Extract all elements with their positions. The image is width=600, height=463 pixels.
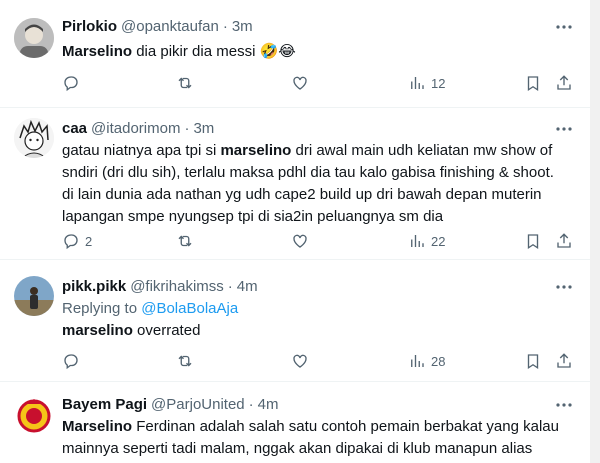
retweet-icon — [178, 355, 192, 367]
tweet-text-rest: overrated — [132, 322, 201, 339]
share-button[interactable] — [555, 73, 573, 93]
share-icon — [557, 353, 571, 368]
reply-button[interactable] — [62, 73, 85, 93]
views-icon — [411, 355, 424, 367]
tweet-header: Bayem Pagi @ParjoUnited · 4m — [62, 394, 576, 416]
bookmark-button[interactable] — [524, 351, 542, 371]
avatar[interactable] — [14, 396, 54, 436]
share-icon — [557, 233, 571, 248]
reply-icon — [64, 354, 78, 370]
bookmark-button[interactable] — [524, 73, 542, 93]
tweet-text-line: mainnya seperti tadi malam, nggak akan d… — [62, 440, 533, 457]
timestamp[interactable]: 3m — [193, 118, 214, 140]
views-button[interactable]: 28 — [408, 351, 445, 371]
replying-to: Replying to @BolaBolaAja — [62, 298, 576, 320]
tweet-header: Pirlokio @opanktaufan · 3m — [62, 16, 576, 38]
tweet-header: caa @itadorimom · 3m — [62, 118, 576, 140]
separator-dot: · — [184, 120, 190, 137]
separator-dot: · — [222, 18, 228, 35]
tweet[interactable]: Bayem Pagi @ParjoUnited · 4m Marselino F… — [0, 382, 590, 463]
tweet-text-line: Marselino Ferdinan adalah salah satu con… — [62, 416, 576, 438]
mention-bold: marselino — [220, 142, 292, 159]
reply-icon — [64, 76, 78, 92]
more-icon[interactable] — [552, 394, 576, 416]
views-button[interactable]: 22 — [408, 231, 445, 251]
mention-bold: Marselino — [62, 43, 133, 60]
replying-label: Replying to — [62, 300, 142, 317]
like-button[interactable] — [291, 231, 309, 251]
views-icon — [411, 77, 424, 89]
like-button[interactable] — [291, 351, 309, 371]
tweet-text-line: sndiri (dri dlu sih), terlalu maksa pdhl… — [62, 164, 554, 181]
tweet-actions: 28 — [62, 351, 590, 371]
user-handle[interactable]: @fikrihakimss — [130, 276, 224, 298]
mention-bold: Marselino — [62, 418, 133, 435]
text-fragment: Ferdinan adalah salah satu contoh pemain… — [132, 418, 559, 435]
bookmark-icon — [527, 354, 539, 370]
more-icon[interactable] — [552, 118, 576, 140]
like-icon — [293, 234, 307, 248]
views-button[interactable]: 12 — [408, 73, 445, 93]
tweet-text-line: di lain dunia ada nathan yg udh cape2 bu… — [62, 186, 542, 203]
tweet[interactable]: caa @itadorimom · 3m gatau niatnya apa t… — [0, 108, 590, 260]
bookmark-icon — [527, 76, 539, 92]
retweet-icon — [178, 235, 192, 247]
share-button[interactable] — [555, 231, 573, 251]
reply-icon — [64, 234, 78, 250]
mention-bold: marselino — [62, 322, 133, 339]
avatar[interactable] — [14, 118, 54, 158]
separator-dot: · — [227, 278, 233, 295]
tweet-actions: 2 22 — [62, 231, 590, 251]
retweet-button[interactable] — [176, 73, 194, 93]
tweet-header: pikk.pikk @fikrihakimss · 4m — [62, 276, 576, 298]
tweet-text: gatau niatnya apa tpi si marselino dri a… — [62, 140, 576, 228]
reply-count: 2 — [85, 233, 93, 249]
more-icon[interactable] — [552, 16, 576, 38]
like-icon — [293, 76, 307, 90]
share-icon — [557, 75, 571, 90]
tweet-text: Marselino Ferdinan adalah salah satu con… — [62, 416, 576, 460]
avatar[interactable] — [14, 18, 54, 58]
tweet-text: Marselino dia pikir dia messi 🤣😂 — [62, 41, 576, 63]
user-handle[interactable]: @itadorimom — [91, 118, 180, 140]
timestamp[interactable]: 4m — [237, 276, 258, 298]
avatar[interactable] — [14, 276, 54, 316]
retweet-button[interactable] — [176, 231, 194, 251]
timestamp[interactable]: 4m — [258, 394, 279, 416]
display-name[interactable]: Bayem Pagi — [62, 394, 147, 416]
tweet-text-line: gatau niatnya apa tpi si marselino dri a… — [62, 140, 576, 162]
views-icon — [411, 235, 424, 247]
separator-dot: · — [248, 396, 254, 413]
share-button[interactable] — [555, 351, 573, 371]
like-button[interactable] — [291, 73, 309, 93]
tweet-text-line: lapangan smpe nyungsep tpi di sia2in pel… — [62, 208, 444, 225]
tweet[interactable]: pikk.pikk @fikrihakimss · 4m Replying to… — [0, 260, 590, 382]
bookmark-icon — [527, 234, 539, 250]
display-name[interactable]: pikk.pikk — [62, 276, 126, 298]
scrollbar[interactable] — [590, 0, 600, 463]
user-handle[interactable]: @opanktaufan — [121, 16, 219, 38]
bookmark-button[interactable] — [524, 231, 542, 251]
display-name[interactable]: caa — [62, 118, 87, 140]
like-icon — [293, 354, 307, 368]
reply-button[interactable]: 2 — [62, 231, 92, 251]
text-fragment: gatau niatnya apa tpi si — [62, 142, 221, 159]
retweet-button[interactable] — [176, 351, 194, 371]
view-count: 28 — [431, 353, 446, 369]
retweet-icon — [178, 77, 192, 89]
view-count: 22 — [431, 233, 446, 249]
tweet-actions: 12 — [62, 73, 590, 93]
timeline-feed: Pirlokio @opanktaufan · 3m Marselino dia… — [0, 0, 590, 463]
text-fragment: dri awal main udh keliatan mw show of — [291, 142, 553, 159]
tweet[interactable]: Pirlokio @opanktaufan · 3m Marselino dia… — [0, 0, 590, 108]
display-name[interactable]: Pirlokio — [62, 16, 117, 38]
more-icon[interactable] — [552, 276, 576, 298]
reply-button[interactable] — [62, 351, 85, 371]
user-handle[interactable]: @ParjoUnited — [151, 394, 245, 416]
timestamp[interactable]: 3m — [232, 16, 253, 38]
view-count: 12 — [431, 75, 446, 91]
tweet-text-rest: dia pikir dia messi 🤣😂 — [132, 43, 296, 60]
replying-to-link[interactable]: @BolaBolaAja — [141, 300, 238, 317]
tweet-text: marselino overrated — [62, 320, 576, 342]
